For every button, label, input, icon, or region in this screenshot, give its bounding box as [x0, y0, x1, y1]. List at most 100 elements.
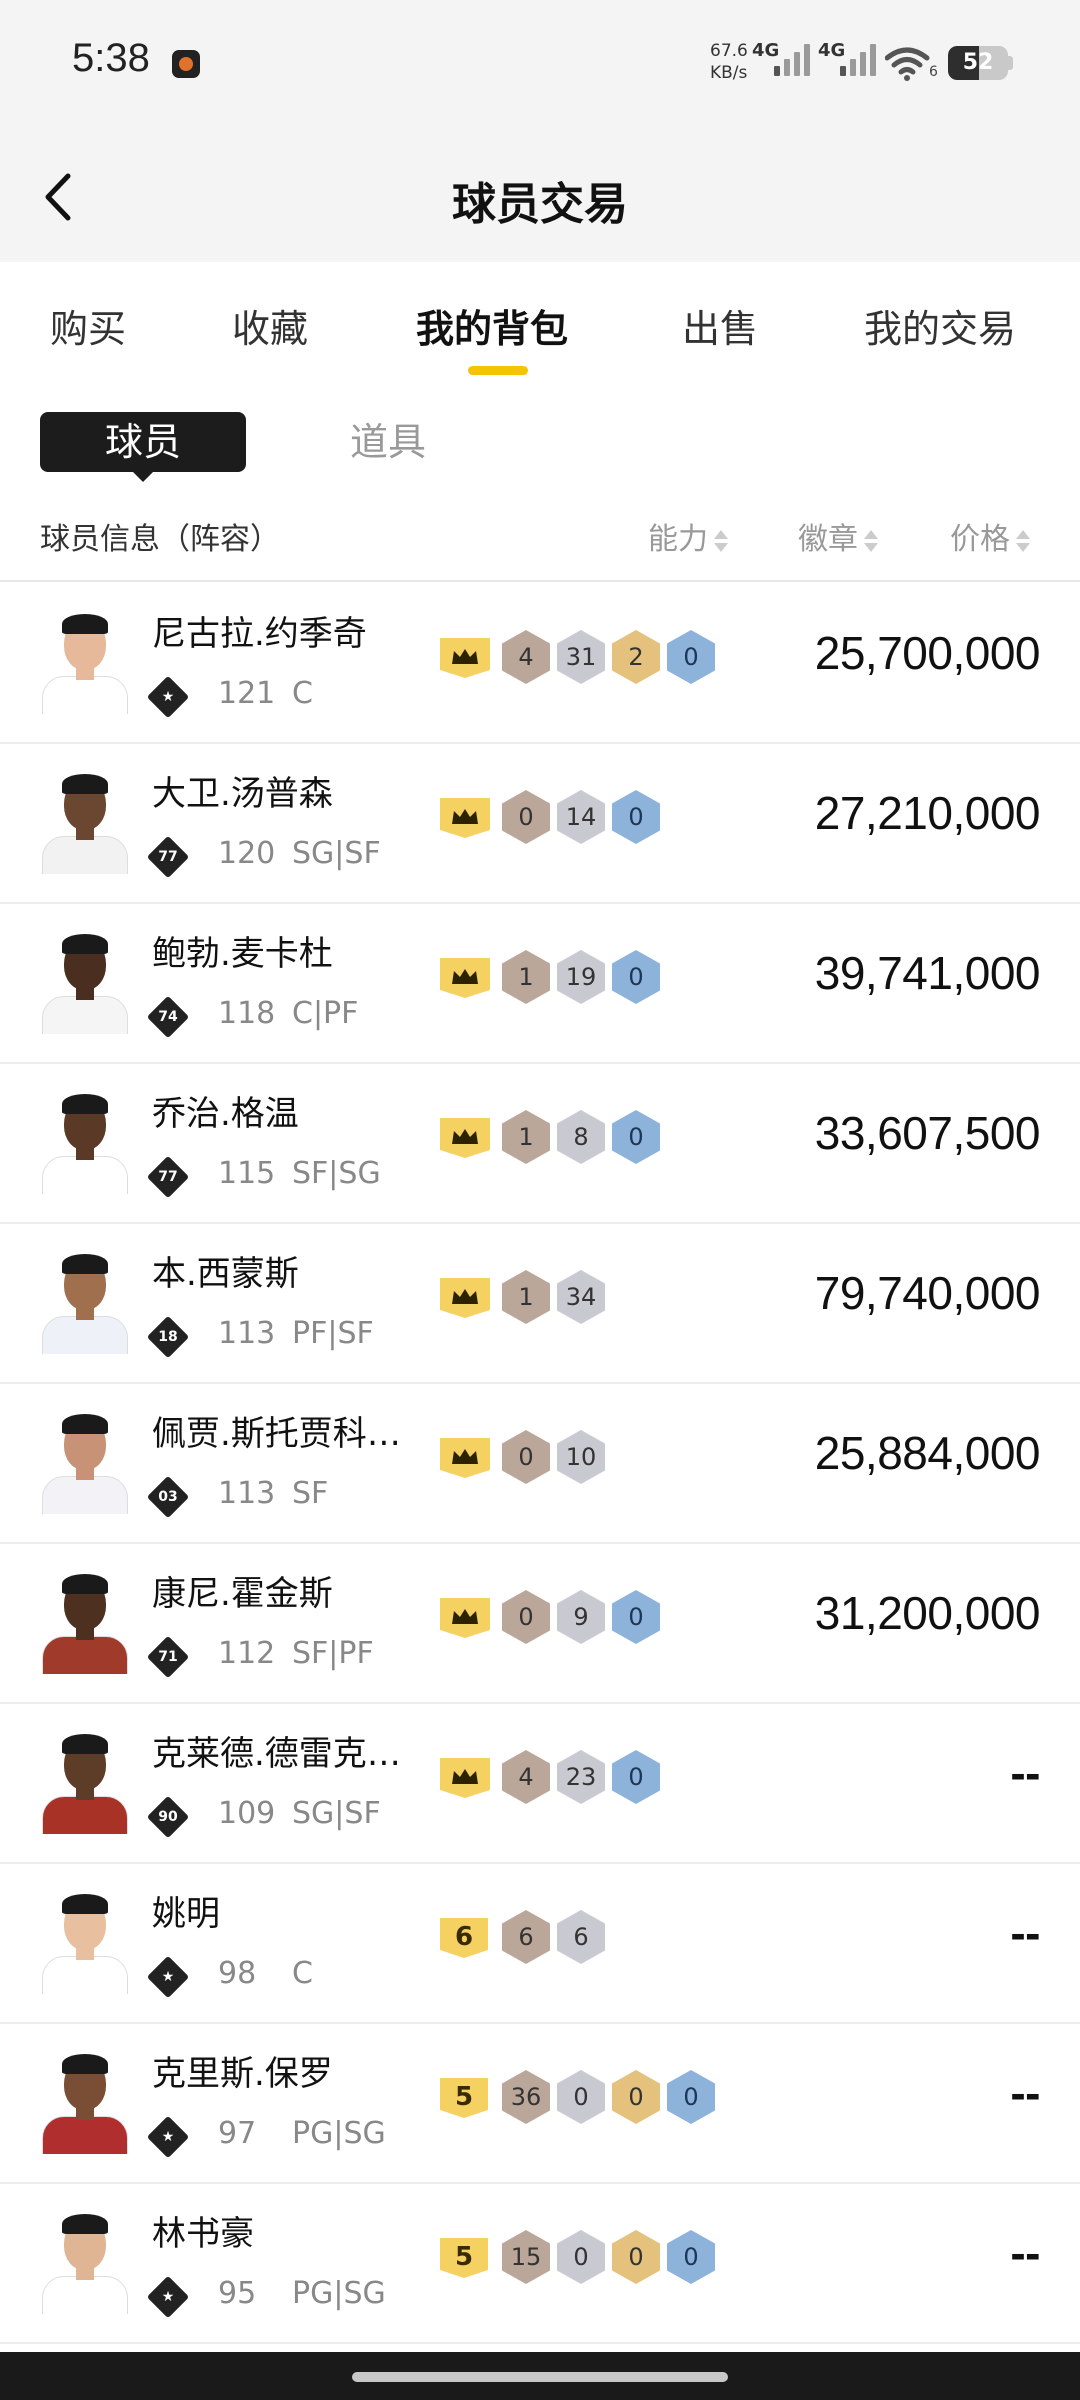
player-row[interactable]: 姚明 ★ 98 C 6 6 6 -- — [0, 1864, 1080, 2024]
column-ability-label: 能力 — [648, 522, 708, 557]
player-row[interactable]: 克莱德.德雷克斯勒 90 109 SG|SF 4 23 0 -- — [0, 1704, 1080, 1864]
badge-blue-hex: 0 — [612, 1750, 660, 1804]
player-position: SG|SF — [292, 836, 381, 871]
jersey-number-badge: 77 — [146, 835, 190, 879]
player-name: 大卫.汤普森 — [152, 774, 333, 814]
player-list: 尼古拉.约季奇 ★ 121 C 4 31 2 0 25,700,000 大卫.汤普森 77 120 SG… — [0, 584, 1080, 2344]
player-position: PG|SG — [292, 2276, 386, 2311]
signal-strength-icon-2 — [840, 44, 880, 76]
tab-my-backpack[interactable]: 我的背包 — [416, 298, 568, 353]
network-speed-value: 67.6 — [710, 41, 748, 61]
sort-arrows-icon — [864, 527, 878, 555]
player-avatar — [40, 774, 130, 874]
player-row[interactable]: 鲍勃.麦卡杜 74 118 C|PF 1 19 0 39,741,000 — [0, 904, 1080, 1064]
jersey-number-badge: ★ — [146, 2275, 190, 2319]
player-position: C — [292, 676, 313, 711]
badge-silver-hex: 8 — [557, 1110, 605, 1164]
jersey-number: 77 — [158, 849, 178, 865]
badge-bronze-hex: 0 — [502, 790, 550, 844]
tab-favorites[interactable]: 收藏 — [232, 298, 308, 353]
badge-silver-hex: 9 — [557, 1590, 605, 1644]
wifi-label: 6 — [929, 64, 938, 80]
crown-icon — [440, 1598, 490, 1638]
player-row[interactable]: 林书豪 ★ 95 PG|SG 5 15 0 0 0 -- — [0, 2184, 1080, 2344]
jersey-number: ★ — [161, 689, 175, 705]
crown-icon — [440, 1118, 490, 1158]
jersey-number-badge: 77 — [146, 1155, 190, 1199]
jersey-number: 03 — [158, 1489, 178, 1505]
player-position: SF|SG — [292, 1156, 381, 1191]
tab-my-trades[interactable]: 我的交易 — [864, 298, 1016, 353]
badge-blue-hex: 0 — [667, 2070, 715, 2124]
player-row[interactable]: 本.西蒙斯 18 113 PF|SF 1 34 79,740,000 — [0, 1224, 1080, 1384]
player-price: 39,741,000 — [814, 947, 1041, 999]
badge-blue-hex: 0 — [667, 2230, 715, 2284]
signal-strength-icon-1 — [774, 44, 814, 76]
badge-silver-hex: 0 — [557, 2230, 605, 2284]
page-title: 球员交易 — [452, 179, 628, 230]
tab-buy[interactable]: 购买 — [50, 298, 126, 353]
player-rating: 95 — [218, 2276, 257, 2311]
battery-tip — [1008, 56, 1013, 70]
badge-gold-hex: 0 — [612, 2230, 660, 2284]
jersey-number-badge: 74 — [146, 995, 190, 1039]
player-rating: 120 — [218, 836, 276, 871]
tab-sell[interactable]: 出售 — [682, 298, 758, 353]
player-name: 本.西蒙斯 — [152, 1254, 299, 1294]
player-position: SF|PF — [292, 1636, 374, 1671]
jersey-number-badge: ★ — [146, 2115, 190, 2159]
player-avatar — [40, 1894, 130, 1994]
sub-tab-items[interactable]: 道具 — [350, 412, 426, 472]
crown-icon — [440, 958, 490, 998]
column-price-sort[interactable]: 价格 — [950, 514, 1030, 558]
player-rating: 115 — [218, 1156, 276, 1191]
jersey-number: 77 — [158, 1169, 178, 1185]
home-indicator[interactable] — [352, 2372, 728, 2382]
player-rating: 112 — [218, 1636, 276, 1671]
jersey-number-badge: 18 — [146, 1315, 190, 1359]
player-row[interactable]: 康尼.霍金斯 71 112 SF|PF 0 9 0 31,200,000 — [0, 1544, 1080, 1704]
badge-silver-hex: 6 — [557, 1910, 605, 1964]
sub-tab-players[interactable]: 球员 — [40, 412, 246, 482]
crown-icon — [440, 1758, 490, 1798]
network-speed: 67.6 KB/s — [710, 40, 748, 84]
player-position: C — [292, 1956, 313, 1991]
player-name: 克莱德.德雷克斯勒 — [152, 1734, 422, 1774]
wifi-icon: 6 — [884, 46, 938, 86]
crown-icon — [440, 798, 490, 838]
level-tag: 5 — [440, 2238, 488, 2278]
badge-bronze-hex: 36 — [502, 2070, 550, 2124]
player-name: 林书豪 — [152, 2214, 254, 2254]
badge-silver-hex: 23 — [557, 1750, 605, 1804]
column-headers: 球员信息（阵容） 能力 徽章 价格 — [0, 500, 1080, 582]
player-name: 克里斯.保罗 — [152, 2054, 333, 2094]
badge-bronze-hex: 1 — [502, 1270, 550, 1324]
active-tab-indicator — [468, 366, 528, 375]
player-price: -- — [1010, 2227, 1040, 2279]
badge-silver-hex: 14 — [557, 790, 605, 844]
crown-icon — [440, 638, 490, 678]
player-avatar — [40, 934, 130, 1034]
player-price: -- — [1010, 2067, 1040, 2119]
player-avatar — [40, 1094, 130, 1194]
badge-blue-hex: 0 — [667, 630, 715, 684]
badge-bronze-hex: 1 — [502, 1110, 550, 1164]
jersey-number: 90 — [158, 1809, 178, 1825]
player-price: 33,607,500 — [814, 1107, 1041, 1159]
player-row[interactable]: 克里斯.保罗 ★ 97 PG|SG 5 36 0 0 0 -- — [0, 2024, 1080, 2184]
player-rating: 98 — [218, 1956, 257, 1991]
player-row[interactable]: 尼古拉.约季奇 ★ 121 C 4 31 2 0 25,700,000 — [0, 584, 1080, 744]
player-rating: 109 — [218, 1796, 276, 1831]
jersey-number: 18 — [158, 1329, 178, 1345]
player-position: SG|SF — [292, 1796, 381, 1831]
column-badges-sort[interactable]: 徽章 — [798, 514, 878, 558]
page-header: 球员交易 — [0, 130, 1080, 262]
player-price: -- — [1010, 1747, 1040, 1799]
player-row[interactable]: 乔治.格温 77 115 SF|SG 1 8 0 33,607,500 — [0, 1064, 1080, 1224]
column-ability-sort[interactable]: 能力 — [648, 514, 728, 558]
player-name: 姚明 — [152, 1894, 220, 1934]
player-row[interactable]: 大卫.汤普森 77 120 SG|SF 0 14 0 27,210,000 — [0, 744, 1080, 904]
player-price: 79,740,000 — [814, 1267, 1041, 1319]
badge-blue-hex: 0 — [612, 1590, 660, 1644]
player-row[interactable]: 佩贾.斯托贾科维奇 03 113 SF 0 10 25,884,000 — [0, 1384, 1080, 1544]
